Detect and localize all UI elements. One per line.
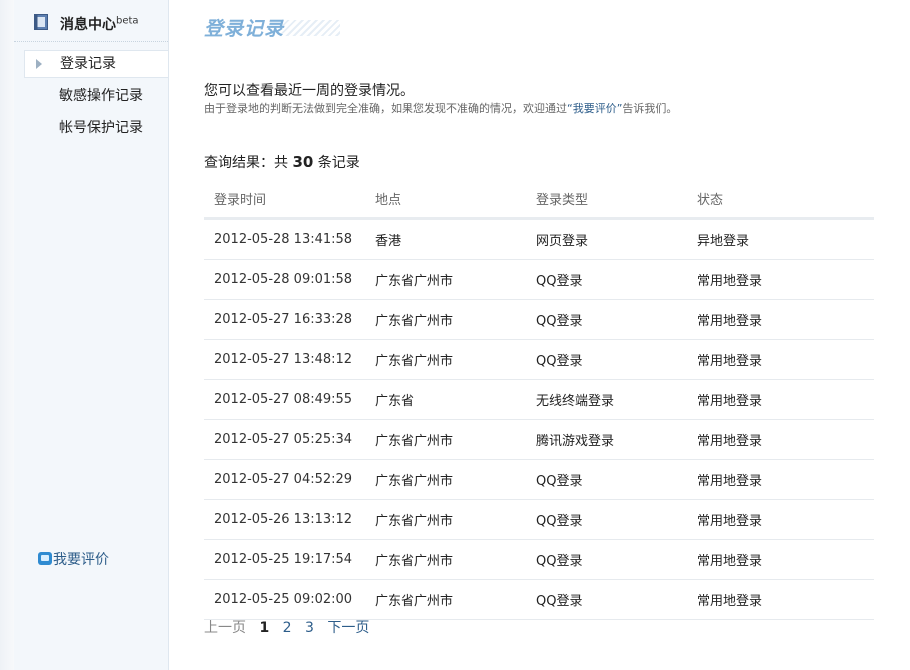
cell-time: 2012-05-27 13:48:12 bbox=[204, 339, 365, 380]
cell-status: 常用地登录 bbox=[687, 579, 874, 620]
arrow-right-icon bbox=[36, 59, 42, 69]
title-decoration bbox=[280, 20, 340, 36]
window-frame-left bbox=[0, 0, 15, 670]
cell-type: 腾讯游戏登录 bbox=[526, 419, 687, 460]
column-header-place: 地点 bbox=[365, 179, 526, 220]
sidebar-header: 消息中心beta bbox=[14, 0, 168, 42]
cell-place: 广东省广州市 bbox=[365, 419, 526, 460]
cell-time: 2012-05-27 08:49:55 bbox=[204, 379, 365, 420]
sidebar-title: 消息中心beta bbox=[60, 14, 139, 34]
sidebar-item-sensitive-operations[interactable]: 敏感操作记录 bbox=[24, 82, 168, 110]
feedback-link[interactable]: 我要评价 bbox=[38, 549, 109, 569]
cell-time: 2012-05-25 19:17:54 bbox=[204, 539, 365, 580]
table-row: 2012-05-27 08:49:55 广东省 无线终端登录 常用地登录 bbox=[204, 379, 874, 420]
cell-time: 2012-05-27 05:25:34 bbox=[204, 419, 365, 460]
cell-type: QQ登录 bbox=[526, 459, 687, 500]
cell-status: 异地登录 bbox=[687, 218, 874, 260]
cell-time: 2012-05-28 13:41:58 bbox=[204, 218, 365, 260]
cell-type: QQ登录 bbox=[526, 499, 687, 540]
cell-place: 广东省广州市 bbox=[365, 579, 526, 620]
login-records-table: 登录时间 地点 登录类型 状态 2012-05-28 13:41:58 香港 网页登… bbox=[204, 179, 874, 620]
cell-status: 常用地登录 bbox=[687, 499, 874, 540]
table-row: 2012-05-27 04:52:29 广东省广州市 QQ登录 常用地登录 bbox=[204, 459, 874, 500]
cell-time: 2012-05-27 04:52:29 bbox=[204, 459, 365, 500]
sidebar-nav: 登录记录 敏感操作记录 帐号保护记录 bbox=[24, 50, 168, 146]
table-row: 2012-05-27 05:25:34 广东省广州市 腾讯游戏登录 常用地登录 bbox=[204, 419, 874, 460]
sidebar-item-label: 登录记录 bbox=[60, 56, 116, 72]
table-row: 2012-05-27 16:33:28 广东省广州市 QQ登录 常用地登录 bbox=[204, 299, 874, 340]
cell-status: 常用地登录 bbox=[687, 459, 874, 500]
cell-time: 2012-05-27 16:33:28 bbox=[204, 299, 365, 340]
page-title: 登录记录 bbox=[204, 18, 285, 40]
page-2-button[interactable]: 2 bbox=[283, 620, 292, 636]
cell-time: 2012-05-25 09:02:00 bbox=[204, 579, 365, 620]
cell-type: QQ登录 bbox=[526, 539, 687, 580]
column-header-status: 状态 bbox=[687, 179, 874, 220]
cell-place: 广东省 bbox=[365, 379, 526, 420]
table-body: 2012-05-28 13:41:58 香港 网页登录 异地登录 2012-05-28 … bbox=[204, 218, 874, 620]
intro-note-before: 由于登录地的判断无法做到完全准确，如果您发现不准确的情况，欢迎通过 bbox=[204, 102, 567, 115]
table-row: 2012-05-25 09:02:00 广东省广州市 QQ登录 常用地登录 bbox=[204, 579, 874, 620]
sidebar-item-account-protection[interactable]: 帐号保护记录 bbox=[24, 114, 168, 142]
cell-status: 常用地登录 bbox=[687, 299, 874, 340]
table-row: 2012-05-27 13:48:12 广东省广州市 QQ登录 常用地登录 bbox=[204, 339, 874, 380]
cell-time: 2012-05-28 09:01:58 bbox=[204, 259, 365, 300]
table-row: 2012-05-28 09:01:58 广东省广州市 QQ登录 常用地登录 bbox=[204, 259, 874, 300]
intro-note: 由于登录地的判断无法做到完全准确，如果您发现不准确的情况，欢迎通过“我要评价”告… bbox=[204, 100, 677, 116]
sidebar: 消息中心beta 登录记录 敏感操作记录 帐号保护记录 我要评价 bbox=[14, 0, 169, 670]
table-row: 2012-05-26 13:13:12 广东省广州市 QQ登录 常用地登录 bbox=[204, 499, 874, 540]
cell-type: QQ登录 bbox=[526, 259, 687, 300]
column-header-type: 登录类型 bbox=[526, 179, 687, 220]
feedback-inline-link[interactable]: “我要评价” bbox=[567, 102, 622, 115]
cell-type: 无线终端登录 bbox=[526, 379, 687, 420]
prev-page-button[interactable]: 上一页 bbox=[204, 620, 246, 636]
sidebar-title-text: 消息中心 bbox=[60, 17, 116, 33]
result-summary: 查询结果：共 30 条记录 bbox=[204, 152, 360, 172]
column-header-time: 登录时间 bbox=[204, 179, 365, 220]
result-prefix: 查询结果：共 bbox=[204, 155, 293, 171]
cell-type: QQ登录 bbox=[526, 339, 687, 380]
table-row: 2012-05-28 13:41:58 香港 网页登录 异地登录 bbox=[204, 218, 874, 260]
cell-place: 广东省广州市 bbox=[365, 339, 526, 380]
feedback-label: 我要评价 bbox=[53, 552, 109, 568]
cell-status: 常用地登录 bbox=[687, 379, 874, 420]
intro-text: 您可以查看最近一周的登录情况。 bbox=[204, 83, 414, 99]
pagination: 上一页 1 2 3 下一页 bbox=[204, 617, 378, 637]
message-center-icon bbox=[34, 14, 48, 30]
cell-place: 广东省广州市 bbox=[365, 299, 526, 340]
sidebar-item-label: 帐号保护记录 bbox=[59, 120, 143, 136]
cell-type: 网页登录 bbox=[526, 218, 687, 260]
cell-place: 广东省广州市 bbox=[365, 259, 526, 300]
next-page-button[interactable]: 下一页 bbox=[327, 620, 369, 636]
cell-status: 常用地登录 bbox=[687, 539, 874, 580]
cell-place: 香港 bbox=[365, 218, 526, 260]
table-row: 2012-05-25 19:17:54 广东省广州市 QQ登录 常用地登录 bbox=[204, 539, 874, 580]
cell-type: QQ登录 bbox=[526, 299, 687, 340]
intro-note-after: 告诉我们。 bbox=[622, 102, 678, 115]
cell-place: 广东省广州市 bbox=[365, 539, 526, 580]
cell-type: QQ登录 bbox=[526, 579, 687, 620]
result-suffix: 条记录 bbox=[313, 155, 360, 171]
page-3-button[interactable]: 3 bbox=[305, 620, 314, 636]
table-header-row: 登录时间 地点 登录类型 状态 bbox=[204, 179, 874, 220]
result-count: 30 bbox=[292, 153, 314, 171]
beta-label: beta bbox=[116, 15, 139, 27]
sidebar-item-label: 敏感操作记录 bbox=[59, 88, 143, 104]
cell-status: 常用地登录 bbox=[687, 259, 874, 300]
cell-status: 常用地登录 bbox=[687, 339, 874, 380]
cell-place: 广东省广州市 bbox=[365, 499, 526, 540]
cell-place: 广东省广州市 bbox=[365, 459, 526, 500]
cell-time: 2012-05-26 13:13:12 bbox=[204, 499, 365, 540]
cell-status: 常用地登录 bbox=[687, 419, 874, 460]
page-1-button[interactable]: 1 bbox=[259, 620, 269, 636]
sidebar-item-login-records[interactable]: 登录记录 bbox=[24, 50, 168, 78]
chat-bubble-icon bbox=[38, 552, 52, 565]
